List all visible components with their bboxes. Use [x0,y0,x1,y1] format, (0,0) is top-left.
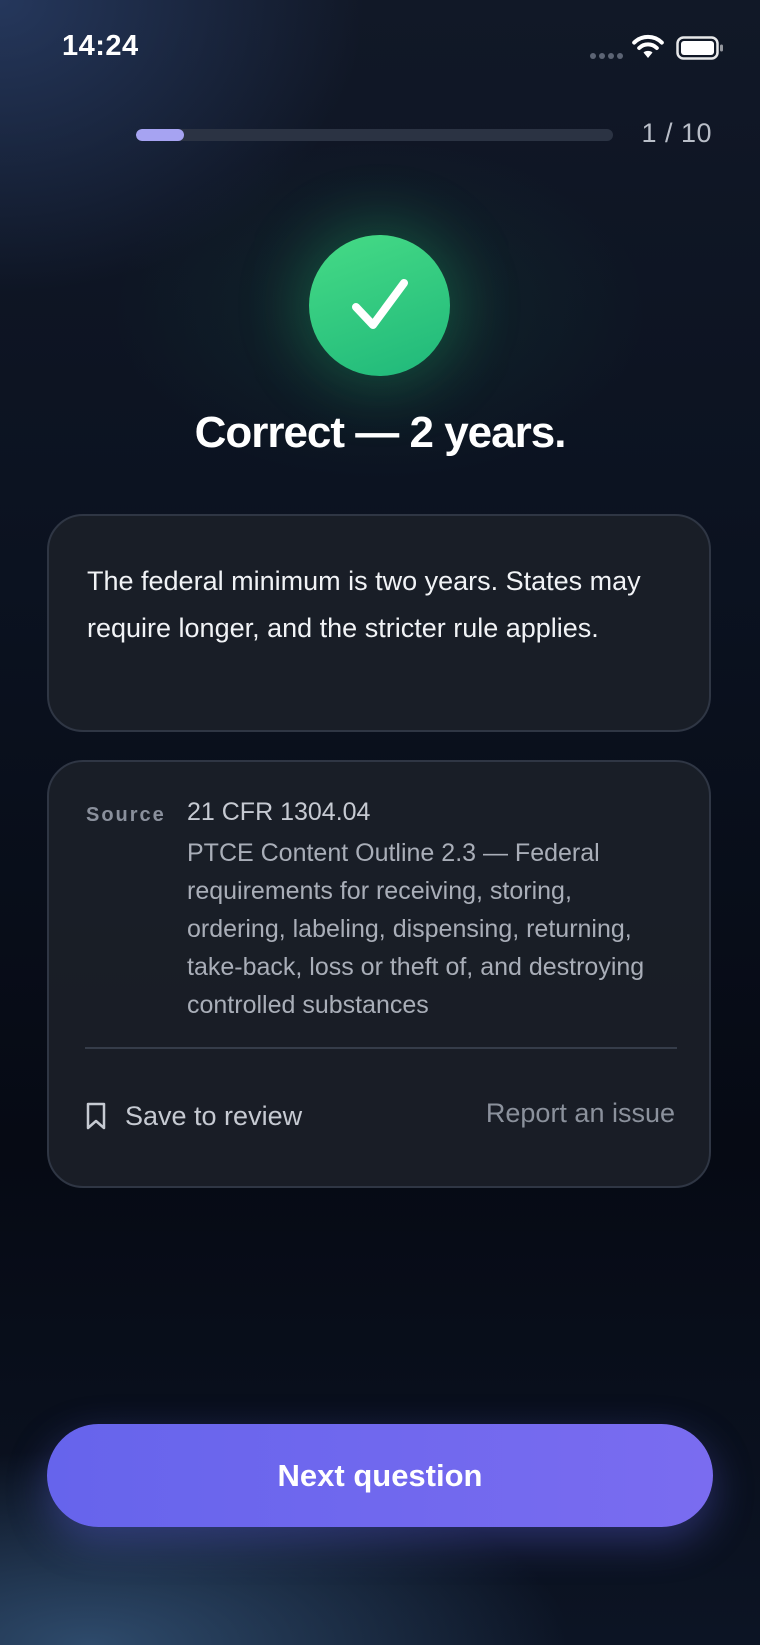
explanation-text: The federal minimum is two years. States… [87,566,641,643]
source-reference: 21 CFR 1304.04 [187,798,371,826]
status-time: 14:24 [62,30,139,62]
status-bar: 14:24 [0,0,760,100]
correct-badge [309,235,450,376]
result-title: Correct — 2 years. [194,408,567,457]
source-description: PTCE Content Outline 2.3 — Federal requi… [187,839,645,1019]
divider [85,1047,677,1049]
signal-dots-icon [590,53,624,59]
bookmark-icon [86,1102,106,1130]
progress-counter: 1 / 10 [641,118,712,148]
battery-icon [676,36,723,60]
save-to-review-button[interactable]: Save to review [85,1096,302,1136]
source-card: Source 21 CFR 1304.04 PTCE Content Outli… [47,760,711,1188]
wifi-icon [632,34,664,58]
explanation-card: The federal minimum is two years. States… [47,514,711,732]
checkmark-icon [352,279,408,329]
report-issue-link[interactable]: Report an issue [486,1098,675,1129]
progress-bar [136,129,613,141]
save-to-review-label: Save to review [125,1100,303,1131]
source-label: Source [86,804,166,826]
progress-bar-fill [136,129,184,141]
next-question-button[interactable]: Next question [47,1424,713,1527]
